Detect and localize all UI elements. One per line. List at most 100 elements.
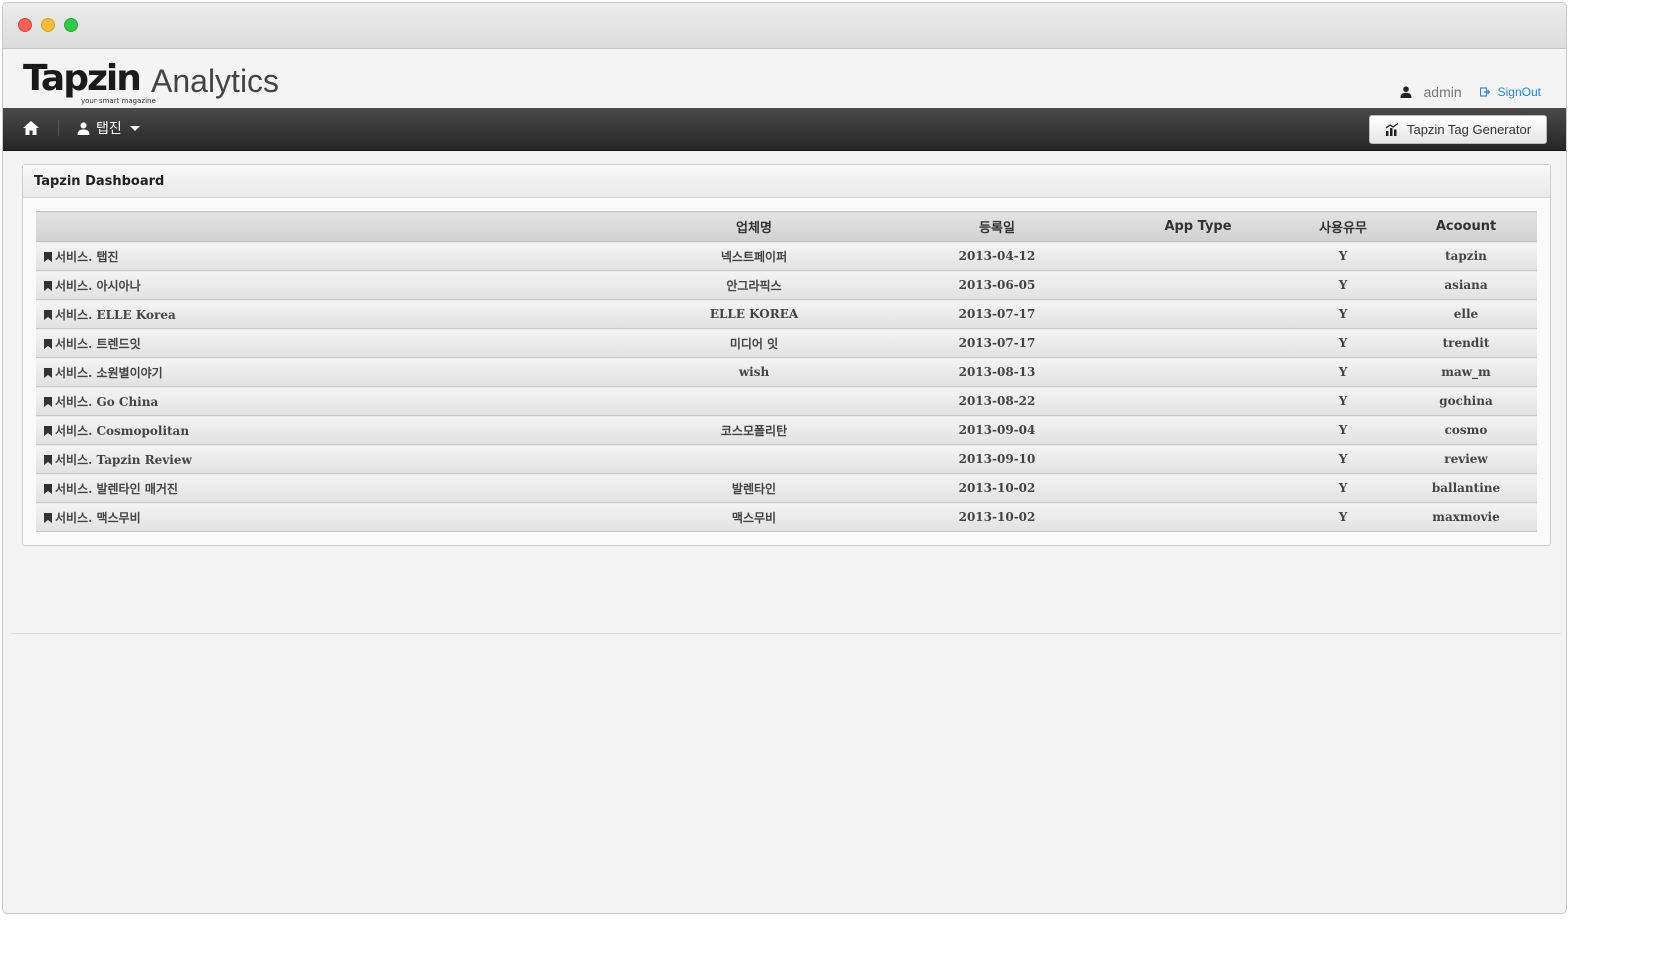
date-cell: 2013-10-02 — [889, 473, 1105, 503]
account-cell: maw_m — [1395, 357, 1537, 387]
maximize-window-button[interactable] — [64, 18, 78, 32]
bookmark-icon — [44, 367, 52, 378]
bookmark-icon — [44, 512, 52, 523]
service-link[interactable]: 서비스. Cosmopolitan — [36, 415, 619, 445]
table-row[interactable]: 서비스. 맥스무비 맥스무비 2013-10-02 Ymaxmovie — [36, 502, 1537, 532]
signout-link[interactable]: SignOut — [1498, 85, 1541, 99]
column-header-account[interactable]: Acoount — [1395, 211, 1537, 242]
table-row[interactable]: 서비스. ELLE Korea ELLE KOREA 2013-07-17 Yelle — [36, 299, 1537, 329]
footer-divider — [11, 633, 1561, 634]
app-header: Tapzin your smart magazine Analytics adm… — [3, 49, 1566, 108]
table-row[interactable]: 서비스. 탭진 넥스트페이퍼 2013-04-12 Ytapzin — [36, 241, 1537, 271]
user-area: admin SignOut — [1400, 84, 1541, 100]
date-cell: 2013-10-02 — [889, 502, 1105, 532]
nav-dropdown-tapzin[interactable]: 탭진 — [77, 118, 140, 138]
date-cell: 2013-04-12 — [889, 241, 1105, 271]
logo-product-text: Analytics — [151, 63, 280, 99]
account-cell: ballantine — [1395, 473, 1537, 503]
active-cell: Y — [1291, 415, 1395, 445]
service-name: 서비스. 트렌드잇 — [55, 336, 141, 351]
service-link[interactable]: 서비스. 탭진 — [36, 241, 619, 271]
column-header-company[interactable]: 업체명 — [619, 211, 889, 242]
dashboard-panel: Tapzin Dashboard 업체명 등록일 App Type 사용유무 A… — [22, 164, 1551, 546]
bookmark-icon — [44, 309, 52, 320]
date-cell: 2013-09-10 — [889, 444, 1105, 474]
app-type-cell — [1105, 299, 1291, 329]
user-icon — [77, 121, 90, 135]
table-row[interactable]: 서비스. Cosmopolitan 코스모폴리탄 2013-09-04 Ycosmo — [36, 415, 1537, 445]
account-cell: gochina — [1395, 386, 1537, 416]
nav-divider — [58, 120, 59, 136]
table-row[interactable]: 서비스. Go China 2013-08-22 Ygochina — [36, 386, 1537, 416]
active-cell: Y — [1291, 328, 1395, 358]
active-cell: Y — [1291, 502, 1395, 532]
table-row[interactable]: 서비스. 아시아나 안그라픽스 2013-06-05 Yasiana — [36, 270, 1537, 300]
column-header-active[interactable]: 사용유무 — [1291, 211, 1395, 242]
column-header-service[interactable] — [36, 211, 619, 242]
date-cell: 2013-08-13 — [889, 357, 1105, 387]
account-cell: review — [1395, 444, 1537, 474]
app-type-cell — [1105, 328, 1291, 358]
bookmark-icon — [44, 396, 52, 407]
service-link[interactable]: 서비스. Go China — [36, 386, 619, 416]
logo-tagline: your smart magazine — [81, 97, 156, 105]
close-window-button[interactable] — [18, 18, 32, 32]
app-type-cell — [1105, 386, 1291, 416]
nav-dropdown-label: 탭진 — [96, 121, 122, 137]
company-cell: 발렌타인 — [619, 473, 889, 503]
column-header-date[interactable]: 등록일 — [889, 211, 1105, 242]
user-icon — [1400, 86, 1411, 98]
service-link[interactable]: 서비스. 아시아나 — [36, 270, 619, 300]
account-cell: trendit — [1395, 328, 1537, 358]
app-type-cell — [1105, 241, 1291, 271]
tag-generator-label: Tapzin Tag Generator — [1406, 122, 1532, 137]
service-name: 서비스. Cosmopolitan — [55, 423, 190, 438]
active-cell: Y — [1291, 299, 1395, 329]
app-type-cell — [1105, 502, 1291, 532]
active-cell: Y — [1291, 270, 1395, 300]
current-user-name: admin — [1423, 84, 1462, 100]
date-cell: 2013-08-22 — [889, 386, 1105, 416]
table-row[interactable]: 서비스. 트렌드잇 미디어 잇 2013-07-17 Ytrendit — [36, 328, 1537, 358]
signout-icon — [1479, 87, 1490, 97]
main-navbar: 탭진 Tapzin Tag Generator — [3, 108, 1566, 151]
account-cell: cosmo — [1395, 415, 1537, 445]
table-row[interactable]: 서비스. Tapzin Review 2013-09-10 Yreview — [36, 444, 1537, 474]
table-body: 서비스. 탭진 넥스트페이퍼 2013-04-12 Ytapzin 서비스. 아시아나 안… — [36, 241, 1537, 532]
bookmark-icon — [44, 483, 52, 494]
service-link[interactable]: 서비스. 발렌타인 매거진 — [36, 473, 619, 503]
app-type-cell — [1105, 270, 1291, 300]
service-link[interactable]: 서비스. Tapzin Review — [36, 444, 619, 474]
service-name: 서비스. 아시아나 — [55, 278, 141, 293]
company-cell: 맥스무비 — [619, 502, 889, 532]
service-link[interactable]: 서비스. 소원별이야기 — [36, 357, 619, 387]
service-name: 서비스. 맥스무비 — [55, 510, 141, 525]
service-name: 서비스. Go China — [55, 394, 159, 409]
services-table: 업체명 등록일 App Type 사용유무 Acoount 서비스. 탭진 넥스트… — [36, 211, 1537, 532]
active-cell: Y — [1291, 357, 1395, 387]
tag-generator-button[interactable]: Tapzin Tag Generator — [1369, 115, 1547, 144]
table-row[interactable]: 서비스. 발렌타인 매거진 발렌타인 2013-10-02 Yballantine — [36, 473, 1537, 503]
account-cell: maxmovie — [1395, 502, 1537, 532]
bookmark-icon — [44, 425, 52, 436]
service-link[interactable]: 서비스. 트렌드잇 — [36, 328, 619, 358]
chevron-down-icon — [129, 125, 140, 131]
service-name: 서비스. ELLE Korea — [55, 307, 176, 322]
bookmark-icon — [44, 454, 52, 465]
company-cell: 코스모폴리탄 — [619, 415, 889, 445]
app-type-cell — [1105, 415, 1291, 445]
table-row[interactable]: 서비스. 소원별이야기 wish 2013-08-13 Ymaw_m — [36, 357, 1537, 387]
service-link[interactable]: 서비스. ELLE Korea — [36, 299, 619, 329]
panel-title: Tapzin Dashboard — [23, 165, 1550, 198]
account-cell: tapzin — [1395, 241, 1537, 271]
date-cell: 2013-09-04 — [889, 415, 1105, 445]
bookmark-icon — [44, 338, 52, 349]
active-cell: Y — [1291, 473, 1395, 503]
active-cell: Y — [1291, 386, 1395, 416]
column-header-app-type[interactable]: App Type — [1105, 211, 1291, 242]
minimize-window-button[interactable] — [41, 18, 55, 32]
service-name: 서비스. Tapzin Review — [55, 452, 192, 467]
account-cell: asiana — [1395, 270, 1537, 300]
home-icon[interactable] — [22, 120, 40, 136]
service-link[interactable]: 서비스. 맥스무비 — [36, 502, 619, 532]
